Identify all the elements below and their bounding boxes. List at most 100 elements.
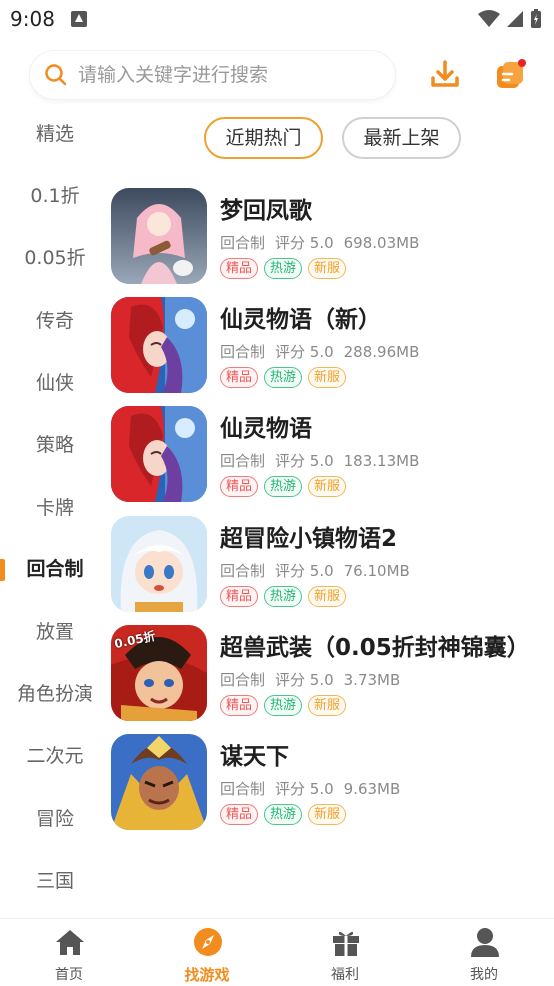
game-list-item[interactable]: 仙灵物语（新） 回合制 评分 5.0 288.96MB 精品 热游 新服	[110, 297, 554, 397]
compass-icon	[194, 928, 222, 956]
game-tags: 精品 热游 新服	[220, 258, 347, 279]
game-genre: 回合制	[220, 671, 266, 689]
gift-icon	[333, 931, 359, 956]
sidebar-item-仙侠[interactable]: 仙侠	[0, 363, 110, 403]
game-name: 仙灵物语（新）	[220, 307, 381, 333]
nav-welfare[interactable]: 福利	[290, 919, 400, 986]
message-icon[interactable]	[494, 58, 528, 92]
tag-hot: 热游	[264, 367, 303, 388]
status-bar: 9:08	[0, 0, 554, 38]
tag-new-server: 新服	[308, 258, 347, 279]
game-name: 梦回凤歌	[220, 198, 312, 224]
game-tags: 精品 热游 新服	[220, 367, 347, 388]
game-size: 3.73MB	[343, 671, 401, 689]
tag-hot: 热游	[264, 476, 303, 497]
game-rating: 评分 5.0	[275, 671, 334, 689]
game-icon	[111, 188, 207, 284]
battery-icon	[531, 9, 541, 28]
status-indicators	[478, 9, 542, 29]
nav-find-game[interactable]: 找游戏	[152, 919, 262, 986]
game-meta: 回合制 评分 5.0 183.13MB	[220, 450, 429, 471]
tag-new-server: 新服	[308, 804, 347, 825]
wifi-icon	[478, 10, 500, 27]
status-time: 9:08	[10, 7, 55, 31]
game-icon: 0.05折	[111, 625, 207, 721]
tag-new-server: 新服	[308, 695, 347, 716]
nav-label: 首页	[55, 967, 83, 983]
nav-profile[interactable]: 我的	[429, 919, 539, 986]
sidebar-item-精选[interactable]: 精选	[0, 114, 110, 154]
game-name: 超冒险小镇物语2	[220, 526, 398, 552]
nav-label: 找游戏	[184, 966, 230, 984]
sidebar-item-二次元[interactable]: 二次元	[0, 736, 110, 776]
game-name: 仙灵物语	[220, 416, 312, 442]
sidebar-item-三国[interactable]: 三国	[0, 861, 110, 901]
game-meta: 回合制 评分 5.0 3.73MB	[220, 669, 410, 690]
nav-label: 福利	[331, 967, 359, 983]
game-icon	[111, 516, 207, 612]
download-icon[interactable]	[428, 58, 462, 92]
game-list-item[interactable]: 梦回凤歌 回合制 评分 5.0 698.03MB 精品 热游 新服	[110, 188, 554, 288]
notification-icon	[71, 11, 87, 27]
tag-premium: 精品	[220, 367, 259, 388]
game-rating: 评分 5.0	[275, 452, 334, 470]
game-icon	[111, 406, 207, 502]
nav-home[interactable]: 首页	[14, 919, 124, 986]
sidebar-item-冒险[interactable]: 冒险	[0, 799, 110, 839]
game-name: 谋天下	[220, 744, 289, 770]
tab-newest[interactable]: 最新上架	[342, 117, 461, 159]
tab-recent-hot[interactable]: 近期热门	[204, 117, 323, 159]
search-input[interactable]	[78, 64, 368, 86]
sidebar-item-0.05折[interactable]: 0.05折	[0, 238, 110, 278]
game-tags: 精品 热游 新服	[220, 586, 347, 607]
tag-premium: 精品	[220, 258, 259, 279]
game-tags: 精品 热游 新服	[220, 804, 347, 825]
tag-hot: 热游	[264, 258, 303, 279]
game-size: 698.03MB	[343, 234, 420, 252]
game-rating: 评分 5.0	[275, 234, 334, 252]
home-icon	[56, 930, 84, 955]
sidebar-item-放置[interactable]: 放置	[0, 612, 110, 652]
game-rating: 评分 5.0	[275, 562, 334, 580]
sidebar-item-角色扮演[interactable]: 角色扮演	[0, 674, 110, 714]
game-genre: 回合制	[220, 343, 266, 361]
tag-premium: 精品	[220, 804, 259, 825]
tag-new-server: 新服	[308, 367, 347, 388]
signal-icon	[507, 11, 523, 27]
game-list-item[interactable]: 仙灵物语 回合制 评分 5.0 183.13MB 精品 热游 新服	[110, 406, 554, 506]
search-icon	[45, 64, 67, 86]
sidebar-item-0.1折[interactable]: 0.1折	[0, 176, 110, 216]
tag-premium: 精品	[220, 586, 259, 607]
game-list-item[interactable]: 谋天下 回合制 评分 5.0 9.63MB 精品 热游 新服	[110, 734, 554, 834]
tag-new-server: 新服	[308, 586, 347, 607]
tag-hot: 热游	[264, 586, 303, 607]
game-rating: 评分 5.0	[275, 780, 334, 798]
game-size: 76.10MB	[343, 562, 410, 580]
sidebar-item-传奇[interactable]: 传奇	[0, 301, 110, 341]
game-size: 288.96MB	[343, 343, 420, 361]
game-name: 超兽武装（0.05折封神锦囊）	[220, 635, 530, 661]
sidebar-item-label: 回合制	[26, 558, 84, 580]
game-list-item[interactable]: 超冒险小镇物语2 回合制 评分 5.0 76.10MB 精品 热游 新服	[110, 516, 554, 616]
game-meta: 回合制 评分 5.0 698.03MB	[220, 232, 429, 253]
game-genre: 回合制	[220, 780, 266, 798]
game-meta: 回合制 评分 5.0 288.96MB	[220, 341, 429, 362]
game-rating: 评分 5.0	[275, 343, 334, 361]
game-genre: 回合制	[220, 234, 266, 252]
sidebar-item-卡牌[interactable]: 卡牌	[0, 488, 110, 528]
game-meta: 回合制 评分 5.0 76.10MB	[220, 560, 420, 581]
search-bar[interactable]	[30, 51, 395, 99]
sidebar-item-策略[interactable]: 策略	[0, 425, 110, 465]
game-list-item[interactable]: 0.05折 超兽武装（0.05折封神锦囊） 回合制 评分 5.0 3.73MB 精品…	[110, 625, 554, 725]
tag-new-server: 新服	[308, 476, 347, 497]
game-tags: 精品 热游 新服	[220, 695, 347, 716]
game-tags: 精品 热游 新服	[220, 476, 347, 497]
tag-premium: 精品	[220, 695, 259, 716]
game-size: 183.13MB	[343, 452, 420, 470]
nav-label: 我的	[470, 967, 498, 983]
tag-hot: 热游	[264, 804, 303, 825]
game-icon	[111, 734, 207, 830]
game-meta: 回合制 评分 5.0 9.63MB	[220, 778, 410, 799]
game-genre: 回合制	[220, 452, 266, 470]
sidebar-item-回合制-active[interactable]: 回合制	[0, 549, 110, 589]
